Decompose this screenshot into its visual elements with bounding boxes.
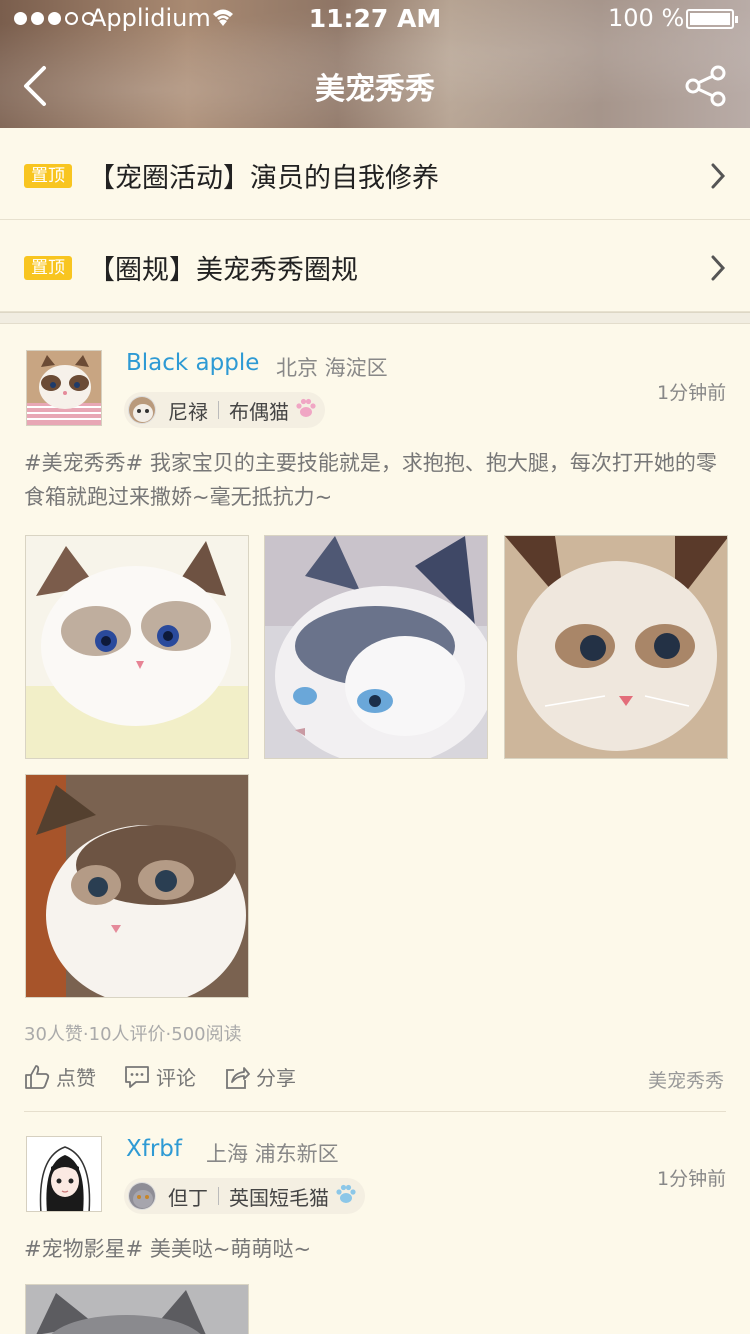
paw-icon — [295, 398, 317, 422]
share-label: 分享 — [256, 1066, 296, 1090]
pinned-title: 【宠圈活动】演员的自我修养 — [88, 163, 439, 194]
post-divider — [24, 1111, 726, 1112]
paw-icon — [335, 1184, 357, 1208]
share-button[interactable] — [684, 64, 728, 112]
comment-button[interactable]: 评论 — [124, 1062, 196, 1091]
pinned-title: 【圈规】美宠秀秀圈规 — [88, 255, 358, 286]
pinned-list: 置顶 【宠圈活动】演员的自我修养 置顶 【圈规】美宠秀秀圈规 — [0, 128, 750, 312]
share-post-button[interactable]: 分享 — [224, 1062, 296, 1091]
username[interactable]: Black apple — [126, 350, 259, 376]
circle-name-link[interactable]: 美宠秀秀 — [648, 1066, 724, 1093]
user-location: 北京 海淀区 — [276, 356, 388, 380]
pin-badge: 置顶 — [24, 164, 72, 188]
thumbs-up-icon — [25, 1064, 50, 1089]
pet-tag[interactable]: 尼禄 布偶猫 — [124, 392, 325, 428]
post-stats: 30人赞·10人评价·500阅读 — [24, 1024, 242, 1045]
share-arrow-icon — [226, 1066, 250, 1089]
divider — [218, 1187, 219, 1205]
pinned-item-activity[interactable]: 置顶 【宠圈活动】演员的自我修养 — [0, 128, 750, 220]
pet-avatar — [128, 396, 156, 424]
pinned-item-rules[interactable]: 置顶 【圈规】美宠秀秀圈规 — [0, 220, 750, 312]
page-title: 美宠秀秀 — [315, 72, 435, 107]
post-actions: 点赞 评论 分享 — [24, 1062, 296, 1091]
pin-badge: 置顶 — [24, 256, 72, 280]
post-photo[interactable] — [25, 1284, 249, 1334]
avatar[interactable] — [26, 1136, 102, 1212]
post-photo[interactable] — [264, 535, 488, 759]
post-time: 1分钟前 — [657, 382, 727, 404]
post-photo[interactable] — [25, 535, 249, 759]
comment-icon — [125, 1065, 149, 1088]
battery-percent: 100 % — [608, 4, 685, 32]
pet-avatar — [128, 1182, 156, 1210]
divider — [218, 401, 219, 419]
post-content: #美宠秀秀# 我家宝贝的主要技能就是，求抱抱、抱大腿，每次打开她的零食箱就跑过来… — [24, 451, 717, 509]
user-location: 上海 浦东新区 — [206, 1142, 339, 1166]
status-bar: Applidium 11:27 AM 100 % — [0, 0, 750, 40]
comment-label: 评论 — [156, 1066, 196, 1090]
chevron-right-icon — [710, 162, 726, 194]
pet-tag[interactable]: 但丁 英国短毛猫 — [124, 1178, 365, 1214]
post-photo[interactable] — [504, 535, 728, 759]
pet-name: 但丁 — [168, 1185, 208, 1210]
pet-name: 尼禄 — [168, 399, 208, 424]
post-photo[interactable] — [25, 774, 249, 998]
header: Applidium 11:27 AM 100 % 美宠秀秀 — [0, 0, 750, 128]
pet-breed: 布偶猫 — [229, 399, 289, 424]
chevron-right-icon — [710, 254, 726, 286]
like-label: 点赞 — [56, 1066, 96, 1090]
avatar[interactable] — [26, 350, 102, 426]
post-content: #宠物影星# 美美哒~萌萌哒~ — [24, 1237, 312, 1261]
share-icon — [685, 65, 726, 107]
section-divider — [0, 312, 750, 324]
like-button[interactable]: 点赞 — [24, 1062, 96, 1091]
pet-breed: 英国短毛猫 — [229, 1185, 329, 1210]
battery-icon — [686, 9, 738, 29]
post-time: 1分钟前 — [657, 1168, 727, 1190]
username[interactable]: Xfrbf — [126, 1136, 182, 1162]
